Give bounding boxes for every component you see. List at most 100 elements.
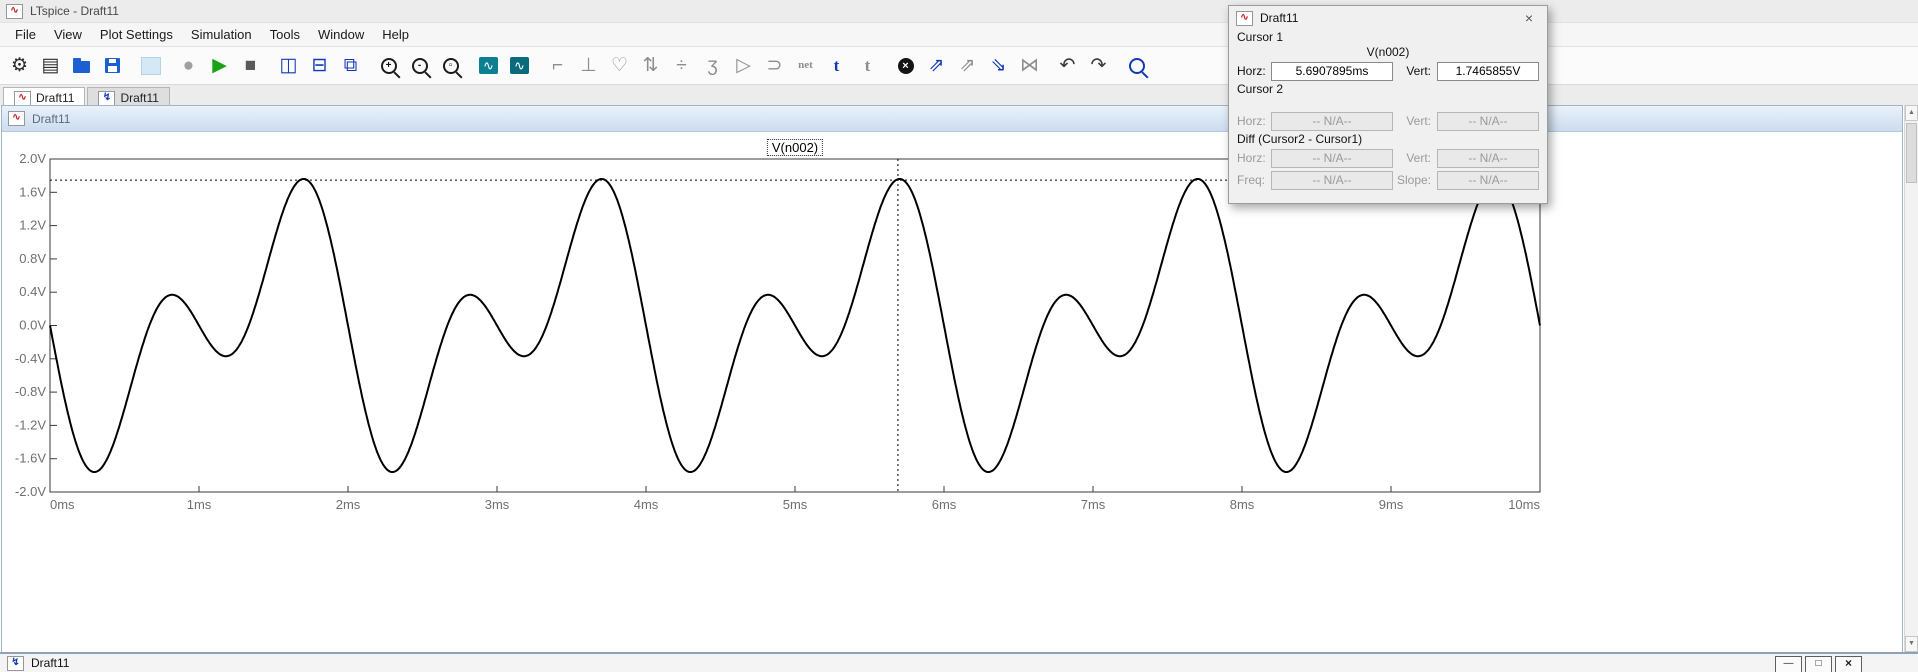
- x-tick-label: 7ms: [1081, 497, 1106, 512]
- y-tick-label: 1.2V: [19, 218, 46, 233]
- label-net-icon[interactable]: net: [790, 51, 821, 81]
- restore-button[interactable]: □: [1805, 656, 1832, 672]
- waveform-trace[interactable]: [50, 179, 1540, 472]
- autorange-y-icon[interactable]: ∿: [473, 51, 504, 81]
- diode-icon[interactable]: ▷: [728, 51, 759, 81]
- cursor1-vert-value[interactable]: 1.7465855V: [1437, 62, 1539, 81]
- schematic-window-icon: ↯: [7, 656, 24, 671]
- menu-item-tools[interactable]: Tools: [261, 24, 309, 45]
- plot-area[interactable]: V(n002) 0ms1ms2ms3ms4ms5ms6ms7ms8ms9ms10…: [2, 132, 1902, 652]
- waveform-window-icon: ∿: [8, 111, 25, 126]
- ground-icon[interactable]: ⊥: [573, 51, 604, 81]
- x-tick-label: 6ms: [932, 497, 957, 512]
- menu-item-view[interactable]: View: [45, 24, 91, 45]
- paste-icon[interactable]: [135, 51, 166, 81]
- find-icon[interactable]: [1121, 51, 1152, 81]
- cursor1-vert-label: Vert:: [1393, 64, 1437, 78]
- cursor-dialog-title: Draft11: [1260, 11, 1298, 25]
- x-tick-label: 2ms: [336, 497, 361, 512]
- ltspice-logo-icon: ∿: [6, 4, 23, 19]
- tile-horizontally-icon[interactable]: ⊟: [304, 51, 335, 81]
- drag-icon[interactable]: ⇘: [983, 51, 1014, 81]
- waveform-window-title: Draft11: [32, 112, 70, 126]
- x-tick-label: 0ms: [50, 497, 75, 512]
- x-tick-label: 1ms: [187, 497, 212, 512]
- voltage-probe-icon[interactable]: ♡: [604, 51, 635, 81]
- zoom-out-icon[interactable]: -: [404, 51, 435, 81]
- y-tick-label: -2.0V: [15, 484, 46, 499]
- slope-label: Slope:: [1393, 173, 1437, 187]
- open-file-icon[interactable]: [66, 51, 97, 81]
- vertical-scrollbar[interactable]: ▲ ▼: [1904, 105, 1918, 652]
- control-panel-icon[interactable]: ⚙: [4, 51, 35, 81]
- menubar: File View Plot Settings Simulation Tools…: [0, 23, 1918, 47]
- cursor2-values-row: Horz: -- N/A-- Vert: -- N/A--: [1237, 110, 1539, 132]
- menu-item-plot-settings[interactable]: Plot Settings: [91, 24, 182, 45]
- y-tick-label: -1.2V: [15, 417, 46, 432]
- text-tool-icon[interactable]: t: [821, 51, 852, 81]
- current-probe-icon[interactable]: ⇅: [635, 51, 666, 81]
- app-titlebar[interactable]: ∿ LTspice - Draft11: [0, 0, 1918, 23]
- mdi-area: ∿ Draft11 V(n002) 0ms1ms2ms3ms4ms5ms6ms7…: [0, 105, 1918, 672]
- redo-icon[interactable]: ↷: [1083, 51, 1114, 81]
- ltspice-app: ∿ LTspice - Draft11 File View Plot Setti…: [0, 0, 1918, 672]
- x-tick-label: 10ms: [1508, 497, 1540, 512]
- cursor-dialog-titlebar[interactable]: ∿ Draft11 ×: [1229, 6, 1547, 30]
- mirror-icon[interactable]: ⋈: [1014, 51, 1045, 81]
- y-tick-label: 2.0V: [19, 151, 46, 166]
- window-controls: — □ ×: [1775, 656, 1862, 672]
- waveform-tab-icon: ∿: [14, 91, 31, 106]
- menu-item-window[interactable]: Window: [309, 24, 373, 45]
- inductor-icon[interactable]: ʒ: [697, 51, 728, 81]
- x-tick-label: 5ms: [783, 497, 808, 512]
- tab-label: Draft11: [36, 91, 74, 105]
- run-icon[interactable]: ▶: [204, 51, 235, 81]
- diff-horz-value: -- N/A--: [1271, 149, 1393, 168]
- freq-value: -- N/A--: [1271, 171, 1393, 190]
- delete-icon[interactable]: ×: [890, 51, 921, 81]
- diff-values-row: Horz: -- N/A-- Vert: -- N/A--: [1237, 147, 1539, 169]
- waveform-window: ∿ Draft11 V(n002) 0ms1ms2ms3ms4ms5ms6ms7…: [1, 105, 1903, 652]
- scroll-down-icon[interactable]: ▼: [1905, 636, 1918, 652]
- halt-icon[interactable]: ●: [173, 51, 204, 81]
- diff-vert-value: -- N/A--: [1437, 149, 1539, 168]
- menu-item-file[interactable]: File: [6, 24, 45, 45]
- component-icon[interactable]: ⊃: [759, 51, 790, 81]
- close-icon[interactable]: ×: [1518, 10, 1540, 26]
- tile-vertically-icon[interactable]: ◫: [273, 51, 304, 81]
- save-icon[interactable]: [97, 51, 128, 81]
- x-tick-label: 3ms: [485, 497, 510, 512]
- schematic-window-title: Draft11: [31, 656, 69, 670]
- scrollbar-thumb[interactable]: [1906, 123, 1917, 183]
- scroll-up-icon[interactable]: ▲: [1905, 105, 1918, 121]
- y-tick-label: -0.8V: [15, 384, 46, 399]
- cursor1-horz-label: Horz:: [1237, 64, 1271, 78]
- cursor2-vert-value: -- N/A--: [1437, 112, 1539, 131]
- schematic-tab-icon: ↯: [98, 91, 115, 106]
- spice-directive-icon[interactable]: t: [852, 51, 883, 81]
- copy-icon[interactable]: ⇗: [921, 51, 952, 81]
- zoom-in-icon[interactable]: +: [373, 51, 404, 81]
- new-schematic-icon[interactable]: ▤: [35, 51, 66, 81]
- cursor-dialog-icon: ∿: [1236, 11, 1253, 26]
- capacitor-icon[interactable]: ÷: [666, 51, 697, 81]
- stop-icon[interactable]: ■: [235, 51, 266, 81]
- freq-label: Freq:: [1237, 173, 1271, 187]
- waveform-svg[interactable]: 0ms1ms2ms3ms4ms5ms6ms7ms8ms9ms10ms2.0V1.…: [2, 132, 1902, 652]
- plot-settings-icon[interactable]: ∿: [504, 51, 535, 81]
- move-icon[interactable]: ⇗: [952, 51, 983, 81]
- cursor1-horz-value[interactable]: 5.6907895ms: [1271, 62, 1393, 81]
- tab-label: Draft11: [120, 91, 158, 105]
- wire-icon[interactable]: ⌐: [542, 51, 573, 81]
- schematic-window-titlebar[interactable]: ↯ Draft11 — □ ×: [0, 652, 1918, 672]
- plot-pane-title[interactable]: V(n002): [767, 139, 823, 156]
- zoom-full-extents-icon[interactable]: ▫: [435, 51, 466, 81]
- menu-item-help[interactable]: Help: [373, 24, 418, 45]
- undo-icon[interactable]: ↶: [1052, 51, 1083, 81]
- slope-value: -- N/A--: [1437, 171, 1539, 190]
- close-button[interactable]: ×: [1835, 656, 1862, 672]
- menu-item-simulation[interactable]: Simulation: [182, 24, 261, 45]
- cascade-windows-icon[interactable]: ⧉: [335, 51, 366, 81]
- minimize-button[interactable]: —: [1775, 656, 1802, 672]
- waveform-window-titlebar[interactable]: ∿ Draft11: [2, 106, 1902, 132]
